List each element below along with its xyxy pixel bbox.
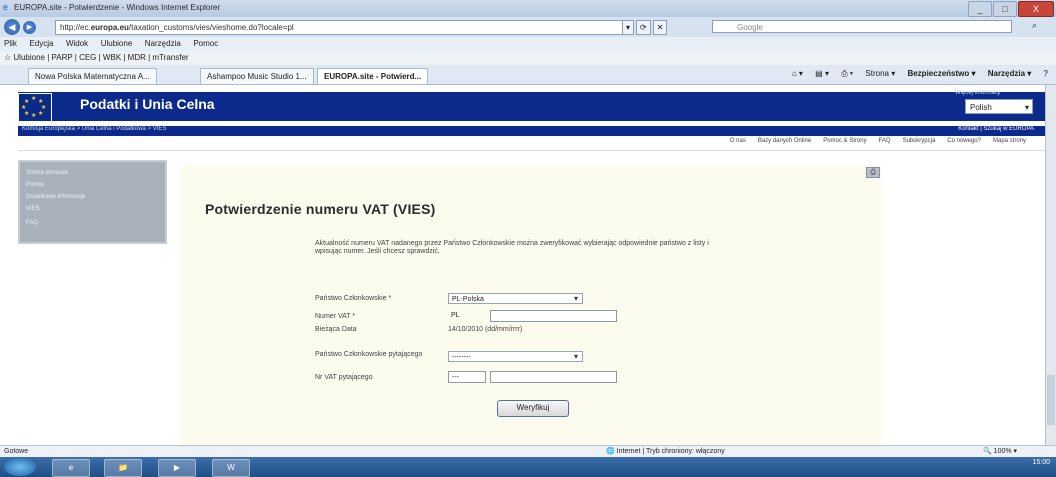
- home-icon[interactable]: ⌂ ▾: [792, 69, 803, 78]
- menu-view[interactable]: Widok: [66, 37, 88, 51]
- address-toolbar: ◀ ▶ http://ec.europa.eu/taxation_customs…: [0, 17, 1056, 37]
- site-title: Podatki i Unia Celna: [80, 96, 215, 112]
- search-icon[interactable]: ⌕: [1032, 20, 1037, 31]
- dropdown-icon[interactable]: ▾: [622, 20, 635, 35]
- vertical-scrollbar[interactable]: [1045, 85, 1056, 445]
- address-actions: ▾ ⟳ ✕: [622, 20, 668, 35]
- member-state-label: Państwo Członkowskie *: [315, 295, 392, 302]
- language-select[interactable]: Polish: [965, 99, 1033, 115]
- top-links[interactable]: Kontakt | Szukaj w EUROPA: [958, 126, 1034, 132]
- help-icon[interactable]: ?: [1044, 69, 1048, 78]
- nav-sitemap[interactable]: Mapa strony: [993, 138, 1026, 144]
- back-icon[interactable]: ◀: [4, 19, 20, 35]
- favorites-links[interactable]: ☆ Ulubione | PARP | CEG | WBK | MDR | mT…: [4, 53, 189, 62]
- sidebar-item-vies[interactable]: VIES: [26, 206, 40, 212]
- sidebar: Strona domowa Pomoc Dodatkowe informacje…: [18, 160, 167, 244]
- tab-active[interactable]: EUROPA.site - Potwierd...: [317, 68, 429, 84]
- ie-icon: e: [3, 2, 9, 12]
- requester-state-label: Państwo Członkowskie pytającego: [315, 351, 423, 358]
- member-state-select[interactable]: PL-Polska: [448, 293, 583, 304]
- window-title: EUROPA.site - Potwierdzenie - Windows In…: [14, 3, 221, 12]
- menu-edit[interactable]: Edycja: [29, 37, 53, 51]
- windows-taskbar: e 📁 ▶ W 15:00: [0, 457, 1056, 477]
- vat-prefix: PL: [451, 312, 460, 319]
- intro-text: Aktualność numeru VAT nadanego przez Pań…: [315, 240, 709, 255]
- menu-file[interactable]: Plik: [4, 37, 17, 51]
- requester-prefix: ---: [448, 371, 486, 383]
- safety-menu[interactable]: Bezpieczeństwo ▾: [907, 69, 975, 78]
- favorites-bar: ☆ Ulubione | PARP | CEG | WBK | MDR | mT…: [0, 51, 1056, 65]
- sidebar-item-home[interactable]: Strona domowa: [26, 170, 68, 176]
- nav-whats-new[interactable]: Co nowego?: [947, 138, 981, 144]
- scroll-thumb[interactable]: [1047, 375, 1055, 425]
- nav-faq[interactable]: FAQ: [879, 138, 891, 144]
- nav-about[interactable]: O nas: [730, 138, 746, 144]
- feeds-icon[interactable]: ▤ ▾: [815, 69, 829, 78]
- request-date-label: Bieżąca Data: [315, 326, 357, 333]
- sidebar-item-faq[interactable]: FAQ: [26, 220, 38, 226]
- window-title-bar: e EUROPA.site - Potwierdzenie - Windows …: [0, 0, 1056, 17]
- url-field[interactable]: http://ec.europa.eu/taxation_customs/vie…: [55, 20, 626, 35]
- verify-button[interactable]: Weryfikuj: [497, 400, 569, 417]
- start-button[interactable]: [4, 458, 36, 476]
- page-menu[interactable]: Strona ▾: [865, 69, 895, 78]
- forward-icon[interactable]: ▶: [23, 21, 36, 34]
- sub-navigation-items: O nas Bazy danych Online Pomoc & Strony …: [730, 138, 1026, 144]
- tools-menu[interactable]: Narzędzia ▾: [988, 69, 1032, 78]
- minimize-button[interactable]: _: [968, 1, 992, 17]
- print-icon[interactable]: ⎙ ▾: [841, 69, 853, 78]
- tab-1[interactable]: Nowa Polska Matematyczna A...: [28, 68, 157, 84]
- menu-favorites[interactable]: Ulubione: [101, 37, 133, 51]
- request-date-value: 14/10/2010 (dd/mm/rrrr): [448, 326, 523, 333]
- close-button[interactable]: X: [1018, 1, 1054, 17]
- sidebar-item-help[interactable]: Pomoc: [26, 182, 45, 188]
- taskbar-media-button[interactable]: ▶: [158, 459, 196, 477]
- sidebar-item-info[interactable]: Dodatkowe informacje: [26, 194, 85, 200]
- tab-bar: Nowa Polska Matematyczna A... Ashampoo M…: [0, 65, 1056, 85]
- menu-tools[interactable]: Narzędzia: [145, 37, 181, 51]
- vat-number-label: Numer VAT *: [315, 313, 356, 320]
- eu-flag-logo: ★ ★ ★ ★ ★ ★ ★ ★: [18, 93, 52, 122]
- breadcrumb-bar: [18, 126, 1045, 136]
- maximize-button[interactable]: □: [993, 1, 1017, 17]
- refresh-icon[interactable]: ⟳: [636, 20, 651, 35]
- nav-subscription[interactable]: Subskrypcja: [903, 138, 936, 144]
- menu-bar: Plik Edycja Widok Ulubione Narzędzia Pom…: [0, 37, 1056, 51]
- breadcrumb[interactable]: Komisja Europejska > Unia Celna i Podatk…: [22, 126, 166, 132]
- language-label: Więcej informacji: [955, 90, 1001, 96]
- requester-vat-label: Nr VAT pytającego: [315, 374, 373, 381]
- nav-databases[interactable]: Bazy danych Online: [758, 138, 811, 144]
- vat-number-input[interactable]: [490, 310, 617, 322]
- search-input[interactable]: Google: [712, 20, 1012, 33]
- taskbar-word-button[interactable]: W: [212, 459, 250, 477]
- window-controls: _ □ X: [968, 1, 1054, 17]
- menu-help[interactable]: Pomoc: [193, 37, 218, 51]
- tab-2[interactable]: Ashampoo Music Studio 1...: [200, 68, 314, 84]
- print-page-icon[interactable]: ⎙: [866, 167, 880, 178]
- system-tray-clock[interactable]: 15:00: [1032, 459, 1050, 467]
- requester-vat-input[interactable]: [490, 371, 617, 383]
- taskbar-ie-button[interactable]: e: [52, 459, 90, 477]
- stop-icon[interactable]: ✕: [652, 20, 668, 35]
- nav-help[interactable]: Pomoc & Strony: [823, 138, 866, 144]
- requester-state-select[interactable]: --------: [448, 351, 583, 362]
- page-title: Potwierdzenie numeru VAT (VIES): [205, 201, 436, 217]
- command-bar: ⌂ ▾ ▤ ▾ ⎙ ▾ Strona ▾ Bezpieczeństwo ▾ Na…: [782, 69, 1048, 79]
- taskbar-explorer-button[interactable]: 📁: [104, 459, 142, 477]
